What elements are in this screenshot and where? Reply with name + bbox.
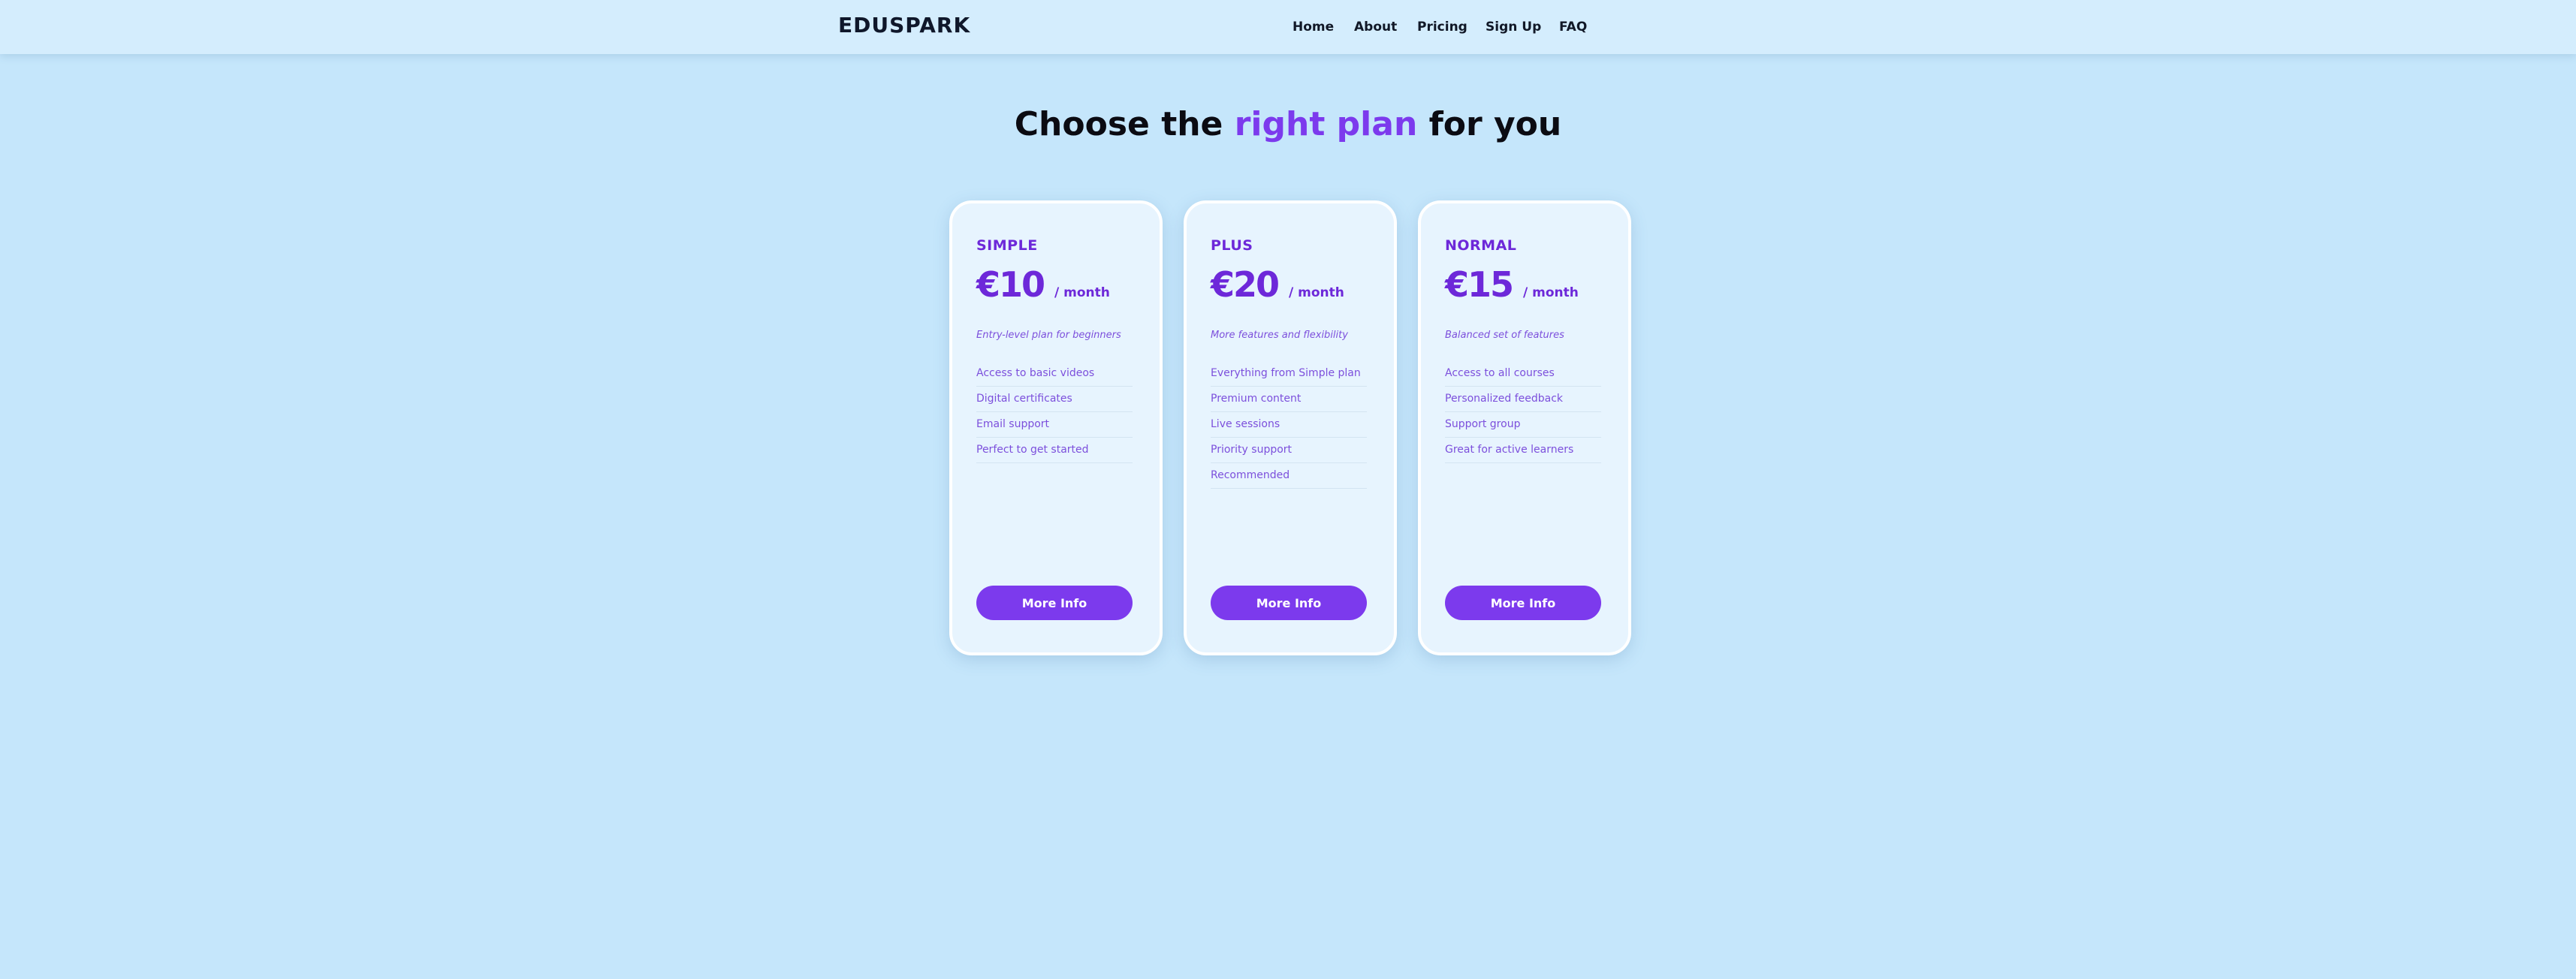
feature-item: Recommended (1211, 463, 1367, 489)
price-period: / month (1523, 285, 1579, 300)
feature-item: Support group (1445, 412, 1601, 438)
feature-list: Everything from Simple plan Premium cont… (1211, 361, 1367, 489)
title-accent: right plan (1234, 105, 1418, 143)
feature-item: Access to basic videos (976, 361, 1133, 387)
feature-item: Great for active learners (1445, 438, 1601, 463)
feature-item: Premium content (1211, 387, 1367, 412)
feature-item: Everything from Simple plan (1211, 361, 1367, 387)
price-row: €10 / month (976, 264, 1110, 305)
plan-description: More features and flexibility (1211, 330, 1348, 341)
price-row: €20 / month (1211, 264, 1344, 305)
feature-item: Perfect to get started (976, 438, 1133, 463)
feature-item: Live sessions (1211, 412, 1367, 438)
more-info-button[interactable]: More Info (1211, 586, 1367, 620)
feature-item: Email support (976, 412, 1133, 438)
plan-name: PLUS (1211, 237, 1253, 254)
nav-pricing-link[interactable]: Pricing (1417, 20, 1467, 35)
plan-price: €10 (976, 264, 1045, 305)
feature-item: Digital certificates (976, 387, 1133, 412)
feature-item: Personalized feedback (1445, 387, 1601, 412)
plan-description: Entry-level plan for beginners (976, 330, 1121, 341)
plan-name: SIMPLE (976, 237, 1038, 254)
brand-logo[interactable]: EDUSPARK (838, 13, 970, 38)
more-info-button[interactable]: More Info (976, 586, 1133, 620)
plan-description: Balanced set of features (1445, 330, 1564, 341)
title-part-2: for you (1428, 105, 1562, 143)
plan-price: €15 (1445, 264, 1514, 305)
title-part-1: Choose the (1014, 105, 1223, 143)
feature-item: Access to all courses (1445, 361, 1601, 387)
feature-list: Access to all courses Personalized feedb… (1445, 361, 1601, 463)
price-period: / month (1054, 285, 1110, 300)
price-row: €15 / month (1445, 264, 1579, 305)
feature-item: Priority support (1211, 438, 1367, 463)
top-navbar: EDUSPARK Home About Pricing Sign Up FAQ (0, 0, 2576, 54)
nav-about-link[interactable]: About (1354, 20, 1397, 35)
nav-home-link[interactable]: Home (1293, 20, 1334, 35)
nav-faq-link[interactable]: FAQ (1559, 20, 1587, 35)
nav-signup-link[interactable]: Sign Up (1486, 20, 1541, 35)
page-title: Choose the right plan for you (0, 105, 2576, 143)
plan-card-plus: PLUS €20 / month More features and flexi… (1184, 200, 1397, 655)
plan-price: €20 (1211, 264, 1280, 305)
plan-card-simple: SIMPLE €10 / month Entry-level plan for … (949, 200, 1163, 655)
more-info-button[interactable]: More Info (1445, 586, 1601, 620)
feature-list: Access to basic videos Digital certifica… (976, 361, 1133, 463)
plan-card-normal: NORMAL €15 / month Balanced set of featu… (1418, 200, 1631, 655)
plan-name: NORMAL (1445, 237, 1517, 254)
price-period: / month (1289, 285, 1344, 300)
